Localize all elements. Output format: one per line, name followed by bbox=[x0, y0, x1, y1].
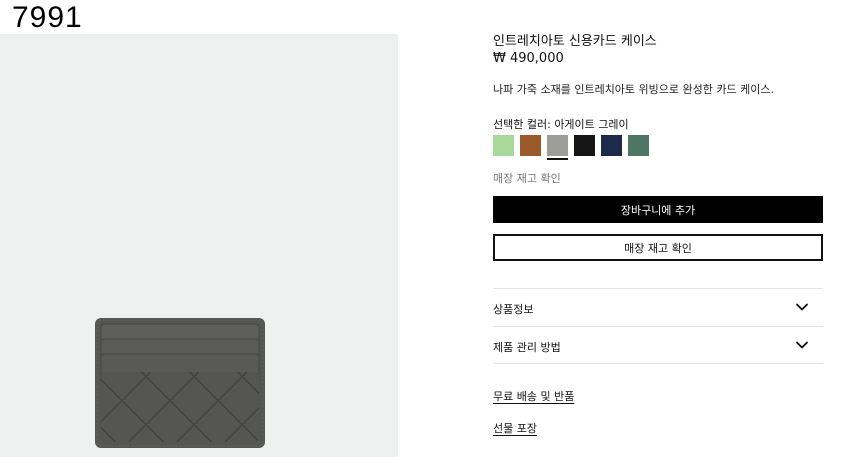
product-image bbox=[0, 34, 398, 457]
color-swatch-agate-grey[interactable] bbox=[547, 135, 568, 160]
product-description: 나파 가죽 소재를 인트레치아토 위빙으로 완성한 카드 케이스. bbox=[493, 83, 774, 96]
add-to-cart-button[interactable]: 장바구니에 추가 bbox=[493, 196, 823, 223]
color-swatches bbox=[493, 135, 649, 160]
check-store-stock-button[interactable]: 매장 재고 확인 bbox=[493, 234, 823, 261]
accordion-product-info[interactable]: 상품정보 bbox=[493, 288, 823, 326]
color-selection-label: 선택한 컬러: 아게이트 그레이 bbox=[493, 116, 629, 132]
overlay-number: 7991 bbox=[12, 1, 83, 34]
color-label: 선택한 컬러: bbox=[493, 118, 551, 131]
color-swatch-brown[interactable] bbox=[520, 135, 541, 156]
color-swatch-black[interactable] bbox=[574, 135, 595, 156]
color-swatch-green[interactable] bbox=[493, 135, 514, 156]
card-case-image bbox=[95, 318, 265, 448]
accordion-care[interactable]: 제품 관리 방법 bbox=[493, 326, 823, 364]
page: 7991 인트레치아토 신용카드 케이스 ₩ 490,000 나파 가죽 소재를… bbox=[0, 0, 860, 457]
store-stock-link[interactable]: 매장 재고 확인 bbox=[493, 170, 561, 186]
color-swatch-teal[interactable] bbox=[628, 135, 649, 156]
color-swatch-navy[interactable] bbox=[601, 135, 622, 156]
product-price: ₩ 490,000 bbox=[493, 51, 564, 66]
woven-panel bbox=[101, 372, 259, 442]
shipping-returns-link[interactable]: 무료 배송 및 반품 bbox=[493, 388, 574, 404]
chevron-down-icon[interactable] bbox=[795, 300, 809, 314]
chevron-down-icon[interactable] bbox=[795, 338, 809, 352]
accordion-label: 상품정보 bbox=[493, 303, 534, 316]
accordion-label: 제품 관리 방법 bbox=[493, 341, 561, 354]
selected-color-name: 아게이트 그레이 bbox=[554, 118, 629, 131]
gift-wrap-link[interactable]: 선물 포장 bbox=[493, 420, 537, 436]
product-title: 인트레치아토 신용카드 케이스 bbox=[493, 34, 657, 49]
